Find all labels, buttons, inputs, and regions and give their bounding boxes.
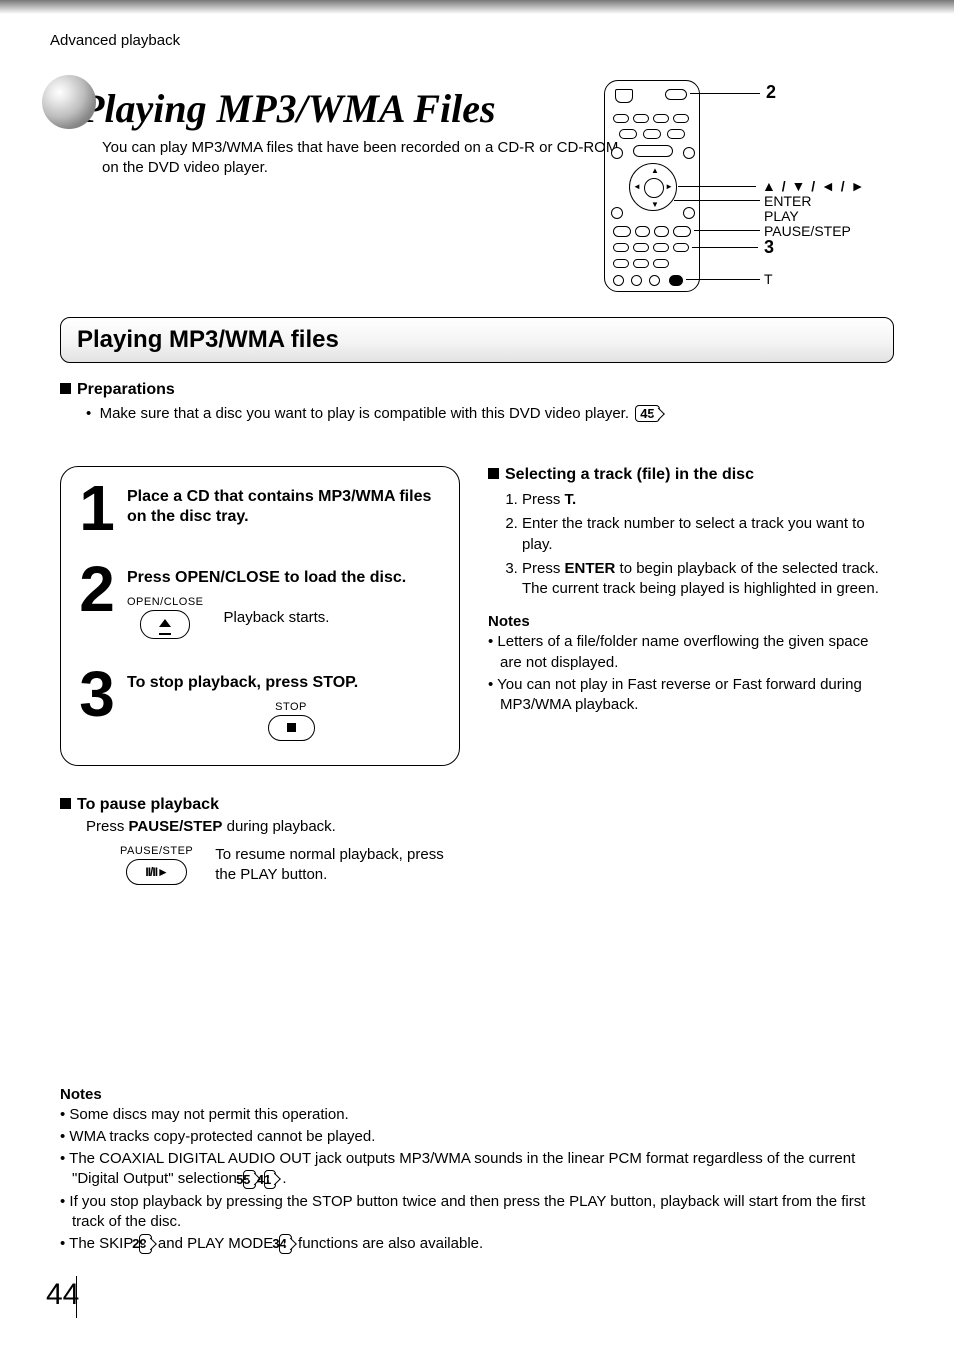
- preparations-bullet: • Make sure that a disc you want to play…: [86, 405, 894, 423]
- intro-text: You can play MP3/WMA files that have bee…: [102, 138, 622, 179]
- preparations-heading: Preparations: [60, 381, 894, 399]
- remote-play-label: PLAY: [764, 208, 799, 224]
- pause-step-button-icon: II/II►: [126, 859, 187, 885]
- step-2-sub: Playback starts.: [224, 609, 330, 626]
- step-number-1: 1: [77, 483, 117, 534]
- remote-callout-3: 3: [764, 237, 774, 258]
- step-number-2: 2: [77, 564, 117, 639]
- decorative-sphere: [42, 75, 96, 129]
- step-1-title: Place a CD that contains MP3/WMA files o…: [127, 487, 443, 527]
- bottom-note-1: Some discs may not permit this operation…: [60, 1105, 894, 1125]
- selecting-heading: Selecting a track (file) in the disc: [488, 466, 894, 484]
- page-ref-29: 29: [139, 1234, 151, 1254]
- bottom-notes-list: Some discs may not permit this operation…: [60, 1105, 894, 1255]
- stop-caption: STOP: [275, 701, 307, 713]
- page-number: 44: [46, 1278, 79, 1312]
- bottom-note-4: If you stop playback by pressing the STO…: [60, 1192, 894, 1233]
- remote-arrows-label: ▲ / ▼ / ◄ / ►: [762, 178, 865, 194]
- step-1: 1 Place a CD that contains MP3/WMA files…: [77, 483, 443, 534]
- page-ref-34: 34: [279, 1234, 291, 1254]
- bottom-note-5: The SKIP 29 and PLAY MODE 34 functions a…: [60, 1234, 894, 1254]
- bottom-note-2: WMA tracks copy-protected cannot be play…: [60, 1127, 894, 1147]
- selecting-notes-heading: Notes: [488, 613, 894, 630]
- header-section-label: Advanced playback: [50, 32, 894, 49]
- selecting-note-1: Letters of a file/folder name overflowin…: [488, 632, 894, 673]
- remote-pause-label: PAUSE/STEP: [764, 223, 851, 239]
- bottom-notes-heading: Notes: [60, 1086, 894, 1103]
- selecting-item-1: Press T.: [522, 490, 894, 510]
- steps-card: 1 Place a CD that contains MP3/WMA files…: [60, 466, 460, 766]
- section-heading-bar: Playing MP3/WMA files: [60, 317, 894, 363]
- pause-resume-text: To resume normal playback, press the PLA…: [215, 845, 465, 886]
- step-2: 2 Press OPEN/CLOSE to load the disc. OPE…: [77, 564, 443, 639]
- selecting-list: Press T. Enter the track number to selec…: [522, 490, 894, 599]
- step-3-title: To stop playback, press STOP.: [127, 673, 443, 693]
- page-ref-55: 55: [243, 1170, 255, 1190]
- nav-ring-icon: ▲ ▼ ◄ ►: [629, 163, 677, 211]
- section-heading: Playing MP3/WMA files: [77, 326, 877, 354]
- page-ref-41: 41: [264, 1170, 276, 1190]
- top-gradient: [0, 0, 954, 14]
- pause-heading: To pause playback: [60, 796, 894, 814]
- remote-enter-label: ENTER: [764, 193, 811, 209]
- bottom-note-3: The COAXIAL DIGITAL AUDIO OUT jack outpu…: [60, 1149, 894, 1190]
- pause-line: Press PAUSE/STEP during playback.: [86, 818, 894, 835]
- remote-diagram: ▲ ▼ ◄ ►: [604, 80, 884, 300]
- remote-t-label: T: [764, 271, 773, 287]
- selecting-item-2: Enter the track number to select a track…: [522, 514, 894, 555]
- pause-step-caption: PAUSE/STEP: [120, 845, 193, 857]
- remote-callout-2: 2: [766, 82, 776, 103]
- eject-button-icon: [140, 610, 190, 639]
- stop-button-icon: [268, 715, 315, 741]
- step-3: 3 To stop playback, press STOP. STOP: [77, 669, 443, 741]
- selecting-note-2: You can not play in Fast reverse or Fast…: [488, 675, 894, 716]
- selecting-notes-list: Letters of a file/folder name overflowin…: [488, 632, 894, 715]
- step-number-3: 3: [77, 669, 117, 741]
- selecting-item-3: Press ENTER to begin playback of the sel…: [522, 559, 894, 600]
- step-2-title: Press OPEN/CLOSE to load the disc.: [127, 568, 443, 588]
- page-ref-45: 45: [635, 405, 659, 422]
- open-close-caption: OPEN/CLOSE: [127, 596, 204, 608]
